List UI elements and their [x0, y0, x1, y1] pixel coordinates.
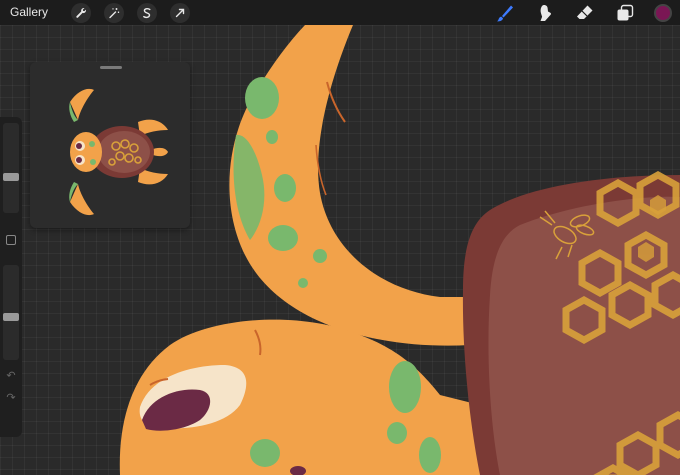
- right-toolset: [494, 0, 680, 25]
- redo-icon: ↷: [6, 392, 16, 404]
- top-toolbar: Gallery: [0, 0, 680, 25]
- redo-button[interactable]: ↷: [4, 391, 18, 405]
- brush-size-thumb[interactable]: [3, 173, 19, 181]
- layers-button[interactable]: [614, 2, 636, 24]
- left-sidebar: ↶ ↷: [0, 117, 22, 437]
- actions-button[interactable]: [71, 2, 92, 23]
- transform-arrow-icon: [175, 8, 185, 17]
- reference-thumbnail: [69, 88, 168, 216]
- brush-tool[interactable]: [494, 2, 516, 24]
- magic-wand-icon: [109, 7, 120, 18]
- opacity-thumb[interactable]: [3, 313, 19, 322]
- layers-icon: [617, 4, 634, 20]
- transform-button[interactable]: [170, 2, 191, 23]
- reference-drag-handle[interactable]: [100, 66, 122, 69]
- gallery-button[interactable]: Gallery: [10, 0, 48, 25]
- drawing-canvas[interactable]: ↶ ↷: [0, 25, 680, 475]
- eraser-icon: [577, 5, 593, 19]
- selection-button[interactable]: [137, 2, 158, 23]
- wrench-icon: [76, 7, 87, 18]
- modify-button[interactable]: [6, 235, 16, 245]
- brush-size-slider[interactable]: [3, 123, 19, 213]
- reference-panel[interactable]: [30, 62, 190, 228]
- adjustments-button[interactable]: [104, 2, 125, 23]
- smudge-icon: [540, 4, 551, 21]
- undo-button[interactable]: ↶: [4, 369, 18, 383]
- smudge-tool[interactable]: [534, 2, 556, 24]
- undo-icon: ↶: [6, 370, 16, 382]
- brush-icon: [497, 5, 513, 21]
- color-picker-swatch[interactable]: [654, 3, 672, 22]
- selection-s-icon: [143, 7, 151, 18]
- eraser-tool[interactable]: [574, 2, 596, 24]
